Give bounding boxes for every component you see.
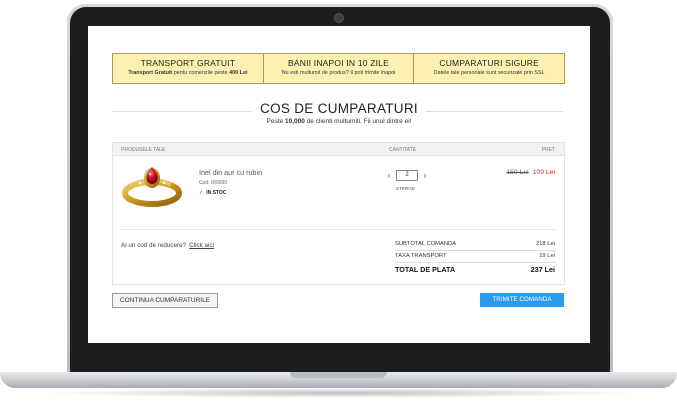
chevron-left-icon[interactable]: ‹ [385,171,393,180]
subtotal-label: SUBTOTAL COMANDA [395,241,457,247]
screen: TRANSPORT GRATUIT Transport Gratuit pent… [88,26,590,343]
check-icon: ✓ [199,190,204,196]
product-name[interactable]: Inel din aur cu rubin [199,168,262,177]
quantity-stepper: ‹ 2 › [385,170,429,181]
coupon-question: Ai un cod de reducere? [121,242,187,249]
total-row: TOTAL DE PLATA 237 Lei [395,265,555,274]
sale-price: 109 Lei [532,169,555,176]
banner-sub-text: pentu comenzile peste [172,70,230,76]
subtitle-pre: Peste [266,118,285,125]
old-price: 150 Lei [506,169,529,176]
subtitle-post: de clienti multumiti. Fii unul dintre ei… [304,118,412,125]
banner-subtitle: Datele tale personale sunt securizate pr… [433,70,545,76]
chevron-right-icon[interactable]: › [421,171,429,180]
banner-sub-bold-2: 400 Lei [229,70,248,76]
page-title-wrap: COS DE CUMPARATURI [88,100,590,118]
row-divider [121,229,556,230]
subtotal-row: SUBTOTAL COMANDA 218 Lei [395,241,555,247]
page-subtitle: Peste 10,000 de clienti multumiti. Fii u… [88,118,590,125]
benefits-banner: TRANSPORT GRATUIT Transport Gratuit pent… [112,53,565,84]
banner-money-back: BANII INAPOI IN 10 ZILE Nu esti multumit… [264,54,415,83]
banner-subtitle: Transport Gratuit pentu comenzile peste … [113,70,263,76]
subtitle-count: 10,000 [284,118,305,125]
transport-label: TAXA TRANSPORT [395,253,447,259]
stock-label: IN STOC [206,190,227,196]
item-price: 150 Lei 109 Lei [506,169,555,176]
delete-item-link[interactable]: STERGE [396,186,415,191]
banner-title: TRANSPORT GRATUIT [140,58,236,68]
banner-title: BANII INAPOI IN 10 ZILE [288,58,389,68]
camera-icon [334,13,344,23]
header-price: PRET [541,147,555,153]
banner-subtitle: Nu esti multumit de produs? Il poti trim… [281,70,396,76]
banner-title: CUMPARATURI SIGURE [439,58,539,68]
cart-header: PRODUSELE TALE CANTITATE PRET [113,143,564,156]
cart-table: PRODUSELE TALE CANTITATE PRET Inel din a… [112,142,565,285]
banner-sub-bold: Transport Gratuit [128,70,173,76]
header-products: PRODUSELE TALE [121,147,166,153]
coupon-prompt: Ai un cod de reducere? Click aici [121,242,214,249]
total-label: TOTAL DE PLATA [395,265,456,274]
summary-divider [395,262,556,263]
summary-divider [395,250,556,251]
subtotal-value: 218 Lei [535,241,555,247]
banner-transport: TRANSPORT GRATUIT Transport Gratuit pent… [113,54,264,83]
submit-order-button[interactable]: TRIMITE COMANDA [480,293,564,307]
continue-shopping-button[interactable]: CONTINUA CUMPARATURILE [112,293,218,308]
stock-status: ✓ IN STOC [199,190,226,196]
laptop-shadow [40,388,637,398]
laptop-notch [290,372,387,378]
coupon-link[interactable]: Click aici [189,242,214,249]
page-title: COS DE CUMPARATURI [252,101,426,116]
total-value: 237 Lei [530,265,555,274]
header-quantity: CANTITATE [389,147,417,153]
banner-secure: CUMPARATURI SIGURE Datele tale personale… [414,54,564,83]
quantity-input[interactable]: 2 [396,170,418,181]
product-code: Cod: IR9990 [199,180,228,186]
transport-value: 19 Lei [539,253,555,259]
transport-row: TAXA TRANSPORT 19 Lei [395,253,555,259]
ring-product-image[interactable] [119,161,185,211]
